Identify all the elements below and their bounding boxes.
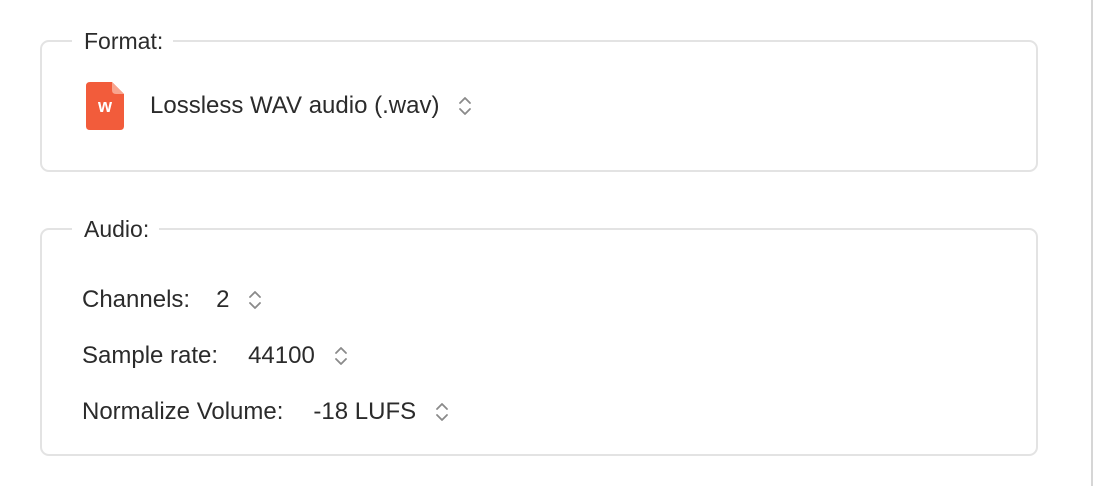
format-value: Lossless WAV audio (.wav) — [150, 92, 440, 119]
normalize-volume-popup-button[interactable]: -18 LUFS — [313, 398, 450, 426]
sample-rate-label: Sample rate: — [82, 342, 219, 369]
export-settings-panel: Format: w Lossless WAV audio (.wav) Audi… — [0, 0, 1094, 486]
channels-value: 2 — [216, 286, 230, 313]
format-group-title: Format: — [72, 28, 174, 54]
normalize-volume-row: Normalize Volume: -18 LUFS — [82, 396, 450, 428]
format-group: Format: w Lossless WAV audio (.wav) — [40, 28, 1038, 172]
channels-popup-button[interactable]: 2 — [216, 286, 263, 314]
up-down-chevron-icon — [459, 97, 472, 115]
window-edge-divider — [1091, 0, 1093, 486]
normalize-volume-label: Normalize Volume: — [82, 398, 284, 425]
sample-rate-popup-button[interactable]: 44100 — [248, 342, 349, 370]
normalize-volume-value: -18 LUFS — [313, 398, 417, 425]
audio-group: Audio: Channels: 2 Sample rate: 44100 No… — [40, 216, 1038, 456]
sample-rate-row: Sample rate: 44100 — [82, 340, 349, 372]
sample-rate-value: 44100 — [248, 342, 315, 369]
format-popup-button[interactable]: Lossless WAV audio (.wav) — [150, 92, 473, 120]
wav-file-icon: w — [86, 82, 124, 130]
up-down-chevron-icon — [334, 347, 347, 365]
channels-label: Channels: — [82, 286, 191, 313]
file-type-letter: w — [97, 96, 112, 116]
format-row: w Lossless WAV audio (.wav) — [86, 82, 473, 130]
up-down-chevron-icon — [436, 403, 449, 421]
channels-row: Channels: 2 — [82, 284, 263, 316]
up-down-chevron-icon — [249, 291, 262, 309]
audio-group-title: Audio: — [72, 216, 160, 242]
